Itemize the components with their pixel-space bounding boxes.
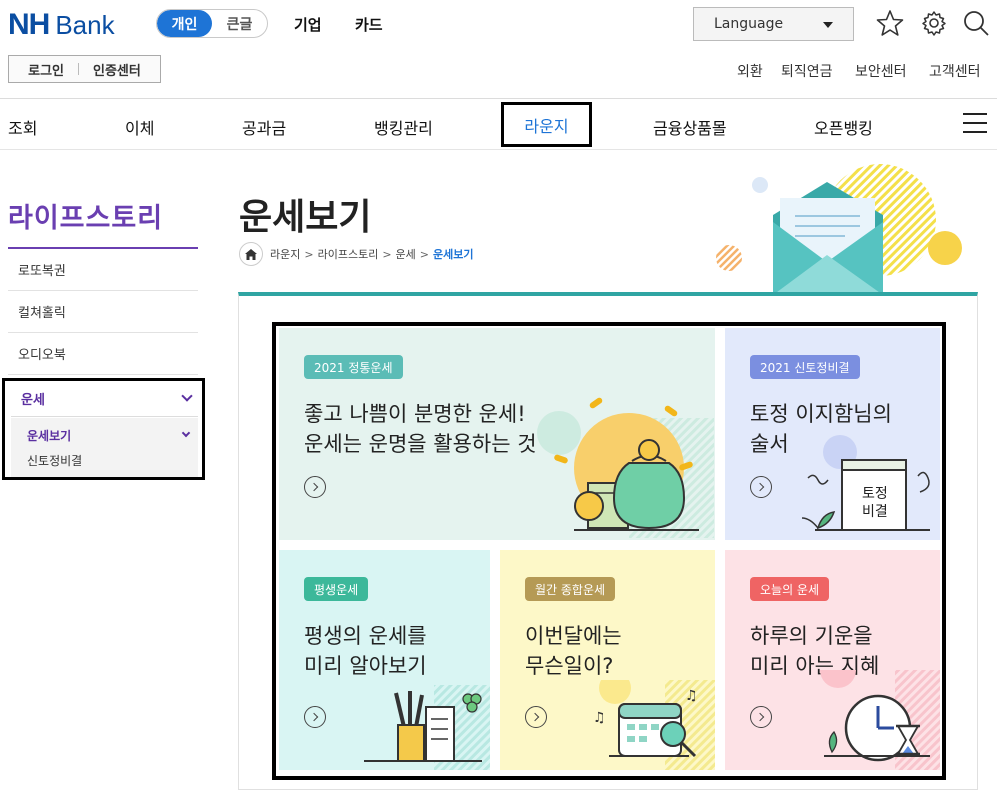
nav-lounge[interactable]: 라운지 bbox=[501, 102, 592, 147]
gear-icon[interactable] bbox=[920, 9, 948, 37]
nav-bottom-border bbox=[0, 149, 997, 150]
chevron-down-icon bbox=[823, 22, 833, 28]
language-label: Language bbox=[714, 16, 784, 32]
util-link-forex[interactable]: 외환 bbox=[737, 61, 763, 81]
breadcrumb-separator: > bbox=[382, 247, 392, 261]
cards-highlight-frame bbox=[272, 322, 946, 780]
nav-open-banking[interactable]: 오픈뱅킹 bbox=[814, 115, 873, 139]
nav-top-border bbox=[0, 98, 997, 99]
chevron-down-icon bbox=[181, 390, 193, 402]
sidebar-item-lotto[interactable]: 로또복권 bbox=[8, 249, 198, 291]
chevron-down-icon bbox=[181, 428, 191, 438]
sidebar-item-label: 운세 bbox=[21, 393, 45, 408]
cert-center-button[interactable]: 인증센터 bbox=[93, 60, 141, 79]
home-icon[interactable] bbox=[239, 242, 263, 266]
util-link-security[interactable]: 보안센터 bbox=[855, 61, 907, 81]
nav-products[interactable]: 금융상품몰 bbox=[653, 115, 727, 139]
top-link-card[interactable]: 카드 bbox=[355, 14, 383, 35]
sidebar-item-label: 컬쳐홀릭 bbox=[18, 306, 66, 321]
login-box: 로그인 인증센터 bbox=[8, 55, 161, 83]
envelope-illustration bbox=[716, 164, 962, 295]
breadcrumb-item[interactable]: 라이프스토리 bbox=[318, 246, 379, 262]
login-button[interactable]: 로그인 bbox=[28, 60, 64, 79]
nav-lounge-label: 라운지 bbox=[524, 116, 569, 136]
sidebar-title: 라이프스토리 bbox=[8, 203, 164, 234]
nav-utilities[interactable]: 공과금 bbox=[242, 115, 286, 139]
nav-inquiry[interactable]: 조회 bbox=[8, 115, 37, 139]
nh-bank-logo[interactable]: NH Bank bbox=[8, 8, 115, 41]
breadcrumb-item[interactable]: 운세 bbox=[396, 246, 416, 262]
page-title: 운세보기 bbox=[239, 197, 372, 238]
sidebar-item-label: 로또복권 bbox=[18, 264, 66, 279]
nav-banking-manage[interactable]: 뱅킹관리 bbox=[374, 115, 433, 139]
sidebar-item-fortune[interactable]: 운세 bbox=[11, 381, 198, 417]
top-link-corporate[interactable]: 기업 bbox=[294, 14, 322, 35]
sidebar-sub-fortune-view[interactable]: 운세보기 bbox=[27, 427, 71, 444]
sidebar-section-fortune: 운세 운세보기 신토정비결 bbox=[2, 378, 205, 480]
util-link-pension[interactable]: 퇴직연금 bbox=[781, 61, 833, 81]
logo-nh: NH bbox=[8, 8, 50, 41]
search-icon[interactable] bbox=[962, 9, 990, 37]
logo-bank: Bank bbox=[55, 10, 115, 40]
star-icon[interactable] bbox=[876, 9, 904, 37]
view-large-text-button[interactable]: 큰글 bbox=[212, 10, 267, 37]
view-personal-button[interactable]: 개인 bbox=[157, 10, 212, 37]
breadcrumb-separator: > bbox=[304, 247, 314, 261]
sidebar-sub-tojeong[interactable]: 신토정비결 bbox=[27, 452, 82, 469]
breadcrumb: 라운지 > 라이프스토리 > 운세 > 운세보기 bbox=[239, 242, 474, 266]
breadcrumb-item[interactable]: 라운지 bbox=[270, 246, 300, 262]
util-link-customer[interactable]: 고객센터 bbox=[929, 61, 981, 81]
page: NH Bank 개인 큰글 기업 카드 Language 로그인 인증센터 외환… bbox=[0, 0, 997, 790]
menu-icon[interactable] bbox=[963, 113, 987, 133]
nav-transfer[interactable]: 이체 bbox=[125, 115, 154, 139]
breadcrumb-current: 운세보기 bbox=[433, 248, 474, 261]
language-select[interactable]: Language bbox=[693, 7, 854, 41]
divider bbox=[78, 63, 80, 75]
sidebar-item-audiobook[interactable]: 오디오북 bbox=[8, 333, 198, 375]
sidebar-submenu: 운세보기 신토정비결 bbox=[11, 418, 198, 477]
view-mode-toggle: 개인 큰글 bbox=[156, 9, 268, 38]
breadcrumb-separator: > bbox=[419, 247, 430, 261]
sidebar-item-culture[interactable]: 컬쳐홀릭 bbox=[8, 291, 198, 333]
sidebar-item-label: 오디오북 bbox=[18, 348, 66, 363]
